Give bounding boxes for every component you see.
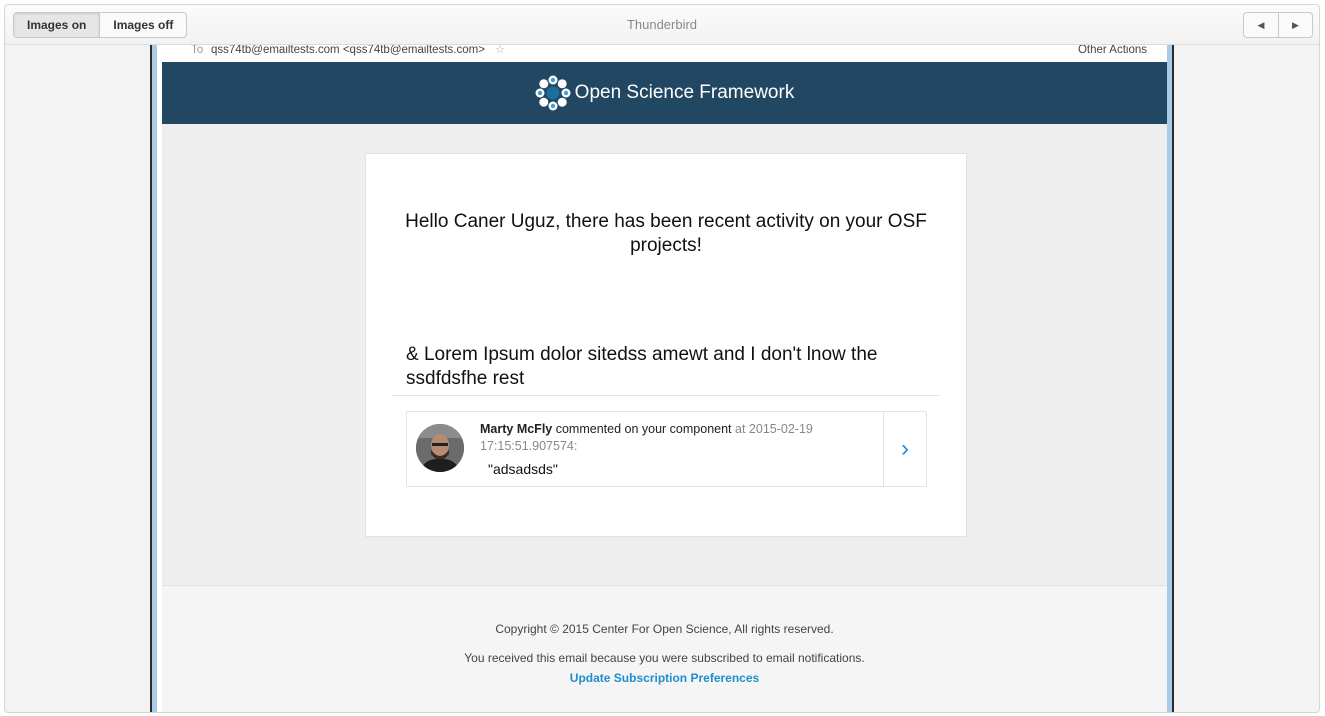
preview-window: Images on Images off Thunderbird ◀ ▶ To …: [4, 4, 1320, 713]
triangle-left-icon: ◀: [1257, 19, 1265, 30]
to-address: qss74tb@emailtests.com <qss74tb@emailtes…: [211, 45, 485, 56]
comment-text: "adsadsds": [488, 461, 558, 477]
preview-toolbar: Images on Images off Thunderbird ◀ ▶: [5, 5, 1319, 45]
subscription-notice: You received this email because you were…: [464, 651, 865, 665]
actor-name: Marty McFly: [480, 422, 553, 436]
action-text: commented on your component: [555, 422, 732, 436]
brand-name: Open Science Framework: [574, 82, 795, 103]
osf-banner: Open Science Framework: [162, 62, 1167, 124]
email-client-view: To qss74tb@emailtests.com <qss74tb@email…: [150, 45, 1174, 712]
osf-logo-icon: [535, 75, 571, 111]
project-title[interactable]: & Lorem Ipsum dolor sitedss amewt and I …: [406, 343, 936, 391]
avatar: [416, 424, 464, 472]
previous-button[interactable]: ◀: [1244, 13, 1278, 37]
notification-item[interactable]: Marty McFly commented on your component …: [406, 411, 927, 487]
message-header: To qss74tb@emailtests.com <qss74tb@email…: [159, 45, 1165, 62]
next-button[interactable]: ▶: [1278, 13, 1312, 37]
person-photo-icon: [416, 424, 464, 472]
triangle-right-icon: ▶: [1292, 19, 1299, 30]
chevron-right-icon[interactable]: ›: [883, 412, 926, 486]
to-label: To: [191, 45, 204, 56]
email-body: Open Science Framework Hello Caner Uguz,…: [162, 62, 1167, 712]
divider: [392, 395, 940, 396]
client-title: Thunderbird: [626, 17, 698, 32]
add-contact-icon[interactable]: ☆: [495, 45, 505, 56]
update-preferences-link[interactable]: Update Subscription Preferences: [162, 671, 1167, 685]
navigation-group: ◀ ▶: [1243, 12, 1313, 38]
greeting-heading: Hello Caner Uguz, there has been recent …: [405, 211, 927, 256]
notification-text: Marty McFly commented on your component …: [480, 421, 870, 455]
activity-card: Hello Caner Uguz, there has been recent …: [365, 153, 967, 537]
copyright-text: Copyright © 2015 Center For Open Science…: [495, 622, 834, 636]
other-actions-menu[interactable]: Other Actions: [1078, 45, 1147, 56]
email-footer: Copyright © 2015 Center For Open Science…: [162, 585, 1167, 712]
